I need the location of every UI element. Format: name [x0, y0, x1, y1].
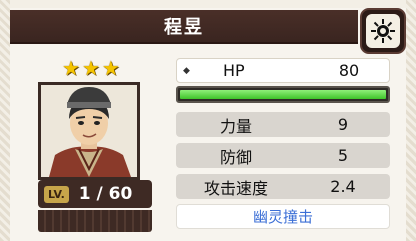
hp-label: HP [223, 61, 245, 80]
stat-label: 防御 [219, 147, 252, 167]
star-icon: ★ [62, 56, 80, 80]
character-portrait[interactable] [38, 82, 140, 180]
stat-row-defense: 防御 5 [176, 143, 390, 168]
stat-value: 9 [337, 115, 349, 134]
sun-gear-icon [371, 19, 395, 43]
star-icon: ★ [81, 56, 100, 80]
character-name: 程昱 [164, 17, 204, 38]
portrait-illustration [41, 85, 137, 177]
skill-button[interactable]: 幽灵撞击 [176, 204, 390, 229]
stat-value: 2.4 [330, 177, 356, 196]
stat-value: 5 [337, 146, 349, 165]
title-bar: 程昱 [10, 10, 358, 44]
diamond-bullet-icon: ◆ [183, 65, 190, 76]
stat-label: 攻击速度 [203, 178, 268, 198]
hp-row: ◆ HP 80 [176, 58, 390, 83]
level-value: 1 / 60 [78, 184, 133, 204]
right-border-pattern [406, 0, 416, 241]
stat-row-attack-speed: 攻击速度 2.4 [176, 174, 390, 199]
left-border-pattern [0, 0, 10, 241]
portrait-base [38, 210, 152, 232]
settings-button[interactable] [360, 8, 406, 54]
hp-value: 80 [338, 61, 360, 80]
level-label: LV. [44, 185, 69, 203]
hp-bar-fill [180, 90, 386, 99]
star-icon: ★ [101, 56, 120, 80]
stat-row-strength: 力量 9 [176, 112, 390, 137]
character-card: 程昱 ★ ★ ★ LV. 1 / 60 ◆ HP 80 力量 9 防御 5 攻击… [10, 8, 406, 241]
stat-label: 力量 [219, 116, 252, 136]
star-rating: ★ ★ ★ [62, 58, 120, 78]
level-indicator: LV. 1 / 60 [38, 180, 152, 208]
hp-bar [176, 86, 390, 103]
